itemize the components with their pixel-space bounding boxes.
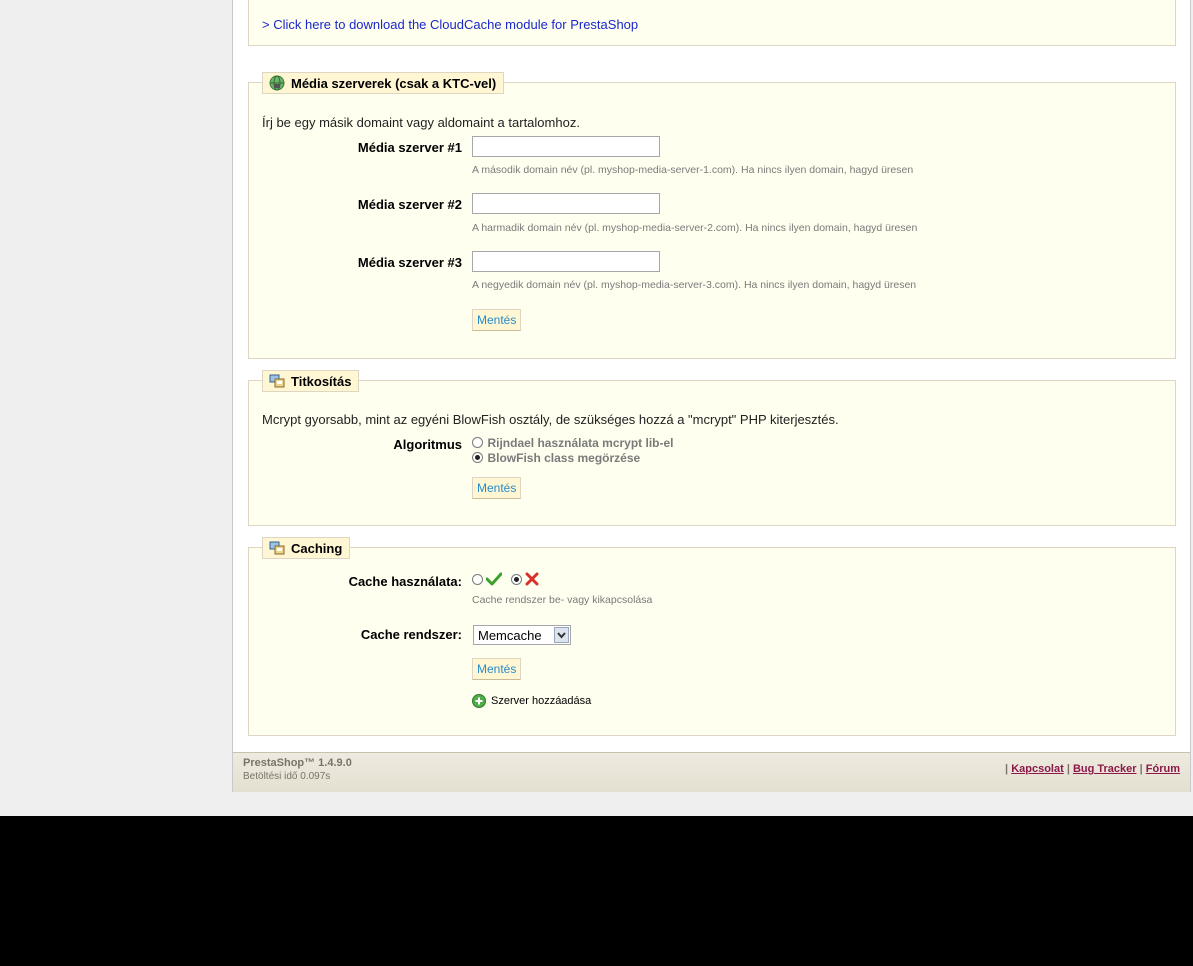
computer-icon — [269, 373, 285, 389]
check-icon — [485, 572, 503, 586]
use-cache-label: Cache használata: — [348, 574, 462, 589]
cloudcache-box: > Click here to download the CloudCache … — [248, 0, 1176, 46]
caching-fieldset: Caching Cache használata: Cache rendszer… — [248, 537, 1176, 736]
encryption-legend-text: Titkosítás — [291, 373, 352, 389]
footer-link-forum[interactable]: Fórum — [1146, 763, 1180, 775]
media-server-3-label: Média szerver #3 — [357, 255, 462, 270]
media-servers-legend-text: Média szerverek (csak a KTC-vel) — [291, 75, 497, 91]
admin-content-panel: > Click here to download the CloudCache … — [232, 0, 1191, 792]
computer-icon — [269, 540, 285, 556]
algorithm-option-blowfish[interactable]: BlowFish class megörzése — [472, 449, 640, 467]
footer-links: | Kapcsolat | Bug Tracker | Fórum — [1005, 763, 1180, 775]
rijndael-radio[interactable] — [472, 437, 483, 449]
media-server-2-label: Média szerver #2 — [357, 197, 462, 212]
footer-link-bug-tracker[interactable]: Bug Tracker — [1073, 763, 1137, 775]
media-servers-fieldset: Média szerverek (csak a KTC-vel) Írj be … — [248, 72, 1176, 359]
cache-system-selected: Memcache — [478, 628, 542, 643]
browser-viewport: > Click here to download the CloudCache … — [0, 0, 1193, 816]
caching-save-button[interactable]: Mentés — [472, 658, 522, 680]
chevron-down-icon[interactable] — [554, 627, 569, 643]
add-server-label[interactable]: Szerver hozzáadása — [491, 695, 591, 707]
blowfish-radio[interactable] — [472, 452, 483, 464]
media-server-3-input[interactable] — [472, 251, 660, 272]
media-server-3-hint: A negyedik domain név (pl. myshop-media-… — [472, 279, 917, 291]
media-servers-intro: Írj be egy másik domaint vagy aldomaint … — [262, 115, 580, 130]
media-server-1-input[interactable] — [472, 136, 660, 157]
media-server-2-hint: A harmadik domain név (pl. myshop-media-… — [472, 222, 918, 234]
encryption-legend: Titkosítás — [262, 370, 360, 392]
globe-server-icon — [269, 75, 285, 91]
media-server-1-hint: A második domain név (pl. myshop-media-s… — [472, 164, 914, 176]
cache-enabled-radio[interactable] — [472, 573, 483, 585]
encryption-save-button[interactable]: Mentés — [472, 477, 522, 499]
footer-load-time: Betöltési idő 0.097s — [243, 771, 331, 782]
use-cache-toggle — [472, 572, 539, 586]
media-servers-legend: Média szerverek (csak a KTC-vel) — [262, 72, 505, 94]
footer-separator: | — [1066, 763, 1070, 775]
media-save-button[interactable]: Mentés — [472, 309, 522, 331]
cloudcache-download-link[interactable]: > Click here to download the CloudCache … — [262, 17, 638, 32]
footer-link-contact[interactable]: Kapcsolat — [1011, 763, 1064, 775]
algorithm-label: Algoritmus — [393, 437, 462, 452]
add-icon — [472, 694, 486, 708]
rijndael-radio-label[interactable]: Rijndael használata mcrypt lib-el — [487, 436, 673, 450]
footer-version: PrestaShop™ 1.4.9.0 — [243, 757, 352, 769]
use-cache-hint: Cache rendszer be- vagy kikapcsolása — [472, 594, 653, 606]
footer: PrestaShop™ 1.4.9.0 Betöltési idő 0.097s… — [233, 752, 1190, 792]
media-server-1-label: Média szerver #1 — [357, 140, 462, 155]
encryption-fieldset: Titkosítás Mcrypt gyorsabb, mint az egyé… — [248, 370, 1176, 526]
encryption-intro: Mcrypt gyorsabb, mint az egyéni BlowFish… — [262, 412, 839, 427]
media-server-2-input[interactable] — [472, 193, 660, 214]
footer-separator: | — [1005, 763, 1009, 775]
cache-system-label: Cache rendszer: — [360, 627, 462, 642]
cache-system-select[interactable]: Memcache — [473, 625, 571, 645]
cache-disabled-radio[interactable] — [511, 573, 522, 585]
footer-separator: | — [1139, 763, 1143, 775]
caching-legend: Caching — [262, 537, 351, 559]
caching-legend-text: Caching — [291, 540, 343, 556]
blowfish-radio-label[interactable]: BlowFish class megörzése — [487, 451, 640, 465]
cross-icon — [525, 572, 539, 586]
add-server-action[interactable]: Szerver hozzáadása — [472, 694, 591, 708]
